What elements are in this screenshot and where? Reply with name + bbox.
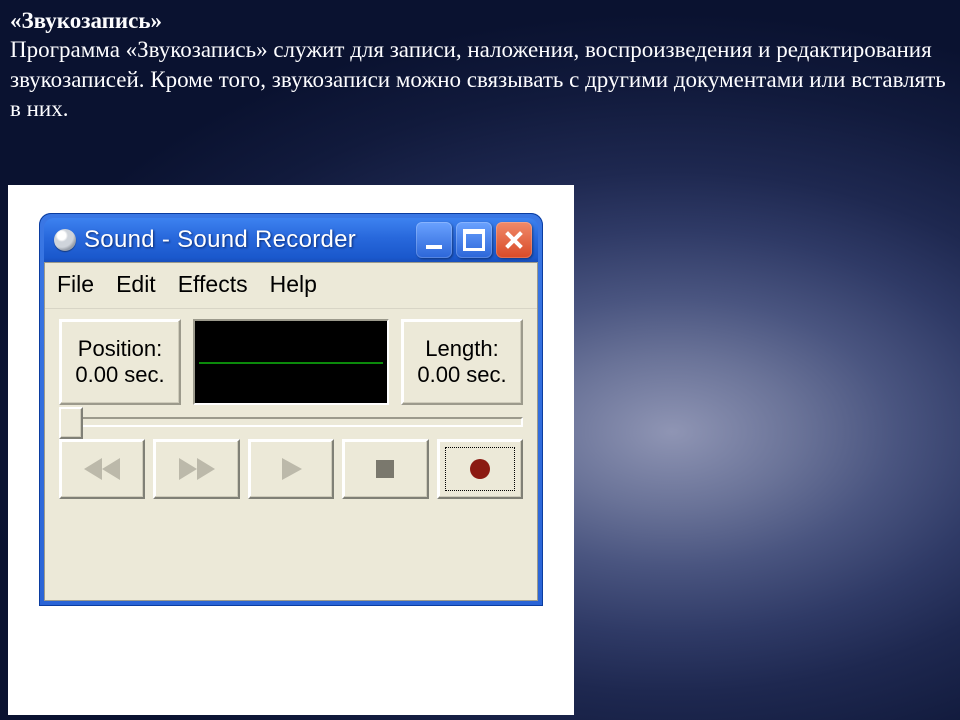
record-icon: [467, 456, 493, 482]
waveform-display: [193, 319, 389, 405]
menu-file[interactable]: File: [57, 271, 94, 298]
stop-icon: [373, 457, 397, 481]
seek-end-button[interactable]: [153, 439, 239, 499]
slide-text-block: «Звукозапись» Программа «Звукозапись» сл…: [10, 6, 950, 124]
minimize-button[interactable]: [416, 222, 452, 258]
speaker-icon: [54, 229, 76, 251]
fast-forward-icon: [175, 456, 219, 482]
position-label: Position:: [71, 336, 169, 362]
stop-button[interactable]: [342, 439, 428, 499]
menu-effects[interactable]: Effects: [178, 271, 248, 298]
close-button[interactable]: [496, 222, 532, 258]
seek-slider[interactable]: [45, 413, 537, 437]
play-button[interactable]: [248, 439, 334, 499]
maximize-button[interactable]: [456, 222, 492, 258]
menu-edit[interactable]: Edit: [116, 271, 156, 298]
window-controls: [416, 222, 532, 258]
menu-help[interactable]: Help: [270, 271, 317, 298]
slide-body: Программа «Звукозапись» служит для запис…: [10, 37, 946, 121]
sound-recorder-window: Sound - Sound Recorder File Edit Effects…: [39, 213, 543, 606]
menu-bar: File Edit Effects Help: [45, 263, 537, 309]
slider-track: [59, 417, 523, 427]
record-button[interactable]: [437, 439, 523, 499]
position-value: 0.00 sec.: [71, 362, 169, 388]
display-row: Position: 0.00 sec. Length: 0.00 sec.: [45, 309, 537, 413]
controls-row: [45, 437, 537, 499]
rewind-icon: [80, 456, 124, 482]
screenshot-canvas: Sound - Sound Recorder File Edit Effects…: [8, 185, 574, 715]
position-panel: Position: 0.00 sec.: [59, 319, 181, 405]
length-value: 0.00 sec.: [413, 362, 511, 388]
client-area: File Edit Effects Help Position: 0.00 se…: [44, 262, 538, 601]
length-label: Length:: [413, 336, 511, 362]
close-icon: [504, 230, 524, 250]
play-icon: [276, 456, 306, 482]
titlebar[interactable]: Sound - Sound Recorder: [44, 218, 538, 262]
window-title: Sound - Sound Recorder: [84, 226, 408, 254]
seek-start-button[interactable]: [59, 439, 145, 499]
presentation-slide: «Звукозапись» Программа «Звукозапись» сл…: [0, 0, 960, 720]
slide-heading: «Звукозапись»: [10, 8, 162, 33]
waveform-midline: [199, 362, 383, 364]
slider-thumb[interactable]: [59, 407, 83, 439]
length-panel: Length: 0.00 sec.: [401, 319, 523, 405]
